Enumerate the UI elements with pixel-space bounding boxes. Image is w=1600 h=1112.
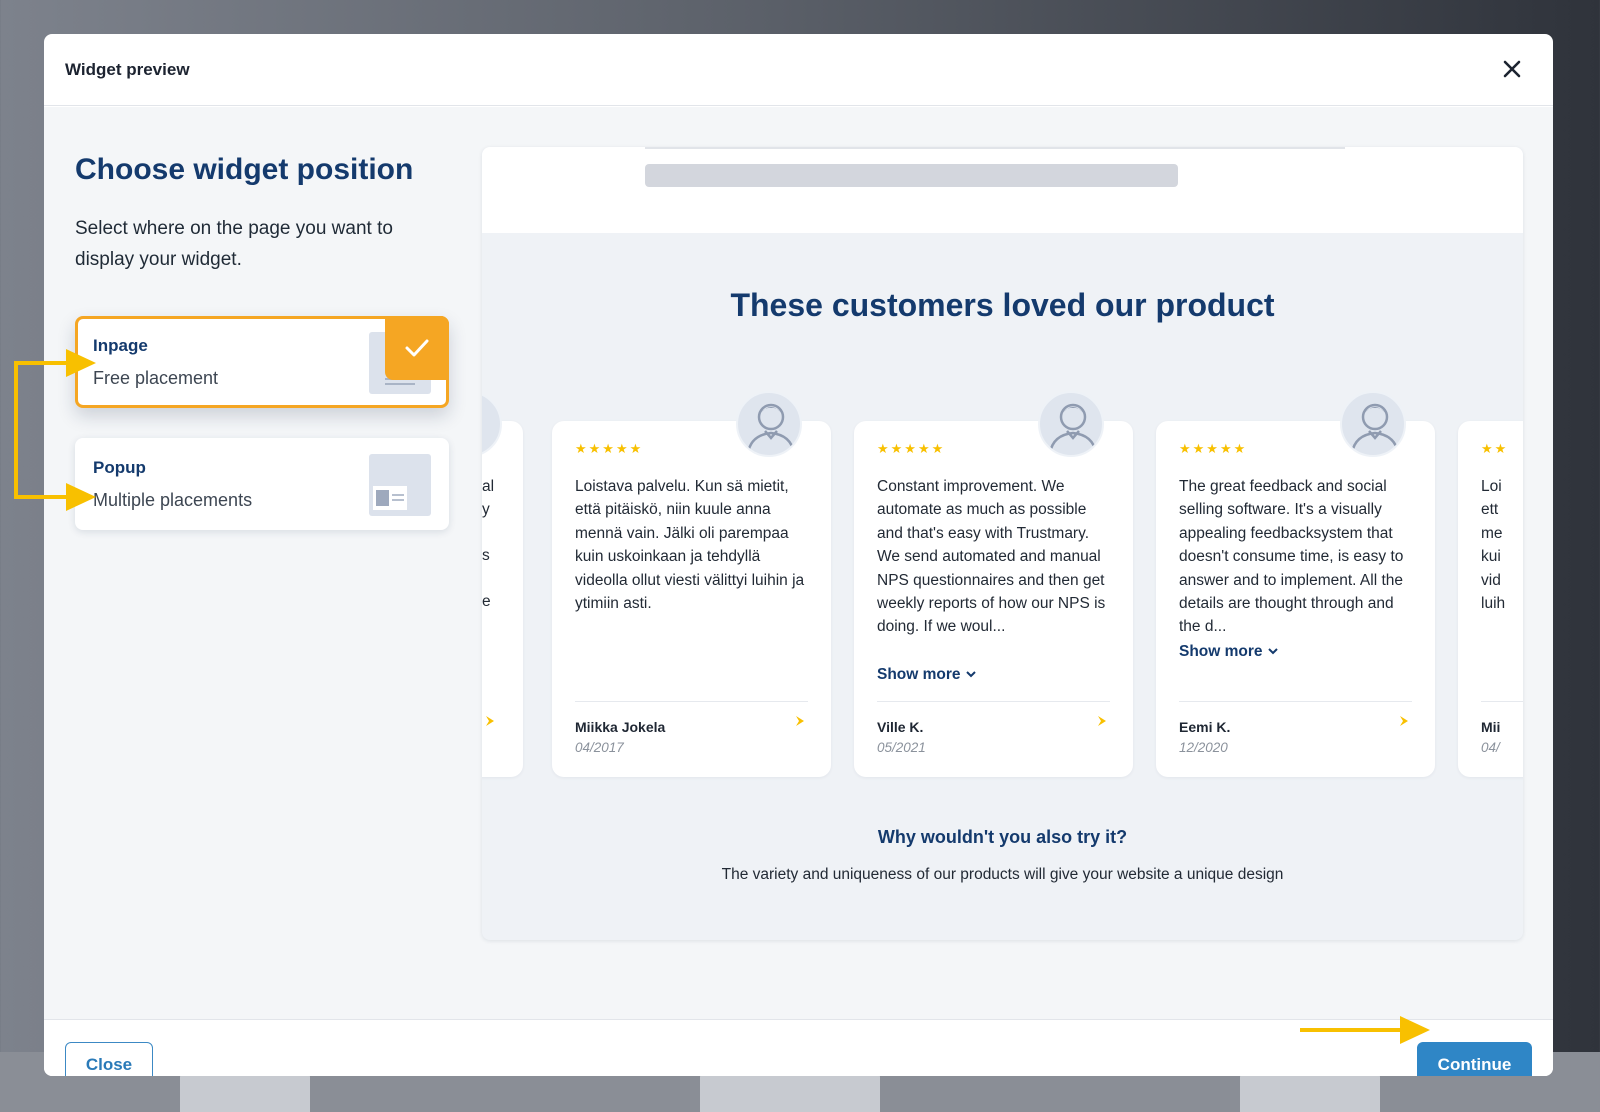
chevron-down-icon — [1268, 648, 1278, 655]
popup-thumbnail-icon — [369, 454, 431, 516]
annotation-arrow-head-icon — [1400, 1016, 1430, 1044]
close-button[interactable]: Close — [65, 1042, 153, 1076]
review-text-fragment: me — [1481, 524, 1503, 542]
panel-subtitle: Select where on the page you want to dis… — [75, 218, 393, 270]
review-card: ★★★★★ Constant improvement. We automate … — [854, 421, 1133, 777]
widget-preview-modal: Widget preview Choose widget position Se… — [44, 34, 1553, 1076]
background-thumbnail — [1240, 1075, 1380, 1112]
review-date: 04/2017 — [575, 740, 624, 755]
review-text-fragment: y — [482, 501, 490, 518]
review-text-fragment: Loi ett me kui vid luih — [1481, 475, 1523, 615]
panel-heading: Choose widget position — [75, 153, 414, 186]
show-more-link[interactable]: Show more — [877, 666, 977, 684]
modal-body: Choose widget position Select where on t… — [44, 107, 1553, 1019]
placeholder-bar — [645, 164, 1178, 187]
share-arrow-icon[interactable] — [1095, 714, 1109, 728]
background-thumbnail — [180, 1075, 310, 1112]
review-date: 04/ — [1481, 740, 1500, 755]
star-rating: ★★★★★ — [877, 441, 946, 456]
review-text-fragment: kui — [1481, 548, 1501, 566]
option-description: Free placement — [93, 368, 219, 388]
show-more-label: Show more — [877, 666, 961, 683]
annotation-arrow — [14, 361, 18, 499]
review-text: Constant improvement. We automate as muc… — [877, 478, 1106, 636]
review-text: Loistava palvelu. Kun sä mietit, että pi… — [575, 478, 805, 613]
background-thumbnail — [700, 1075, 880, 1112]
review-text: The great feedback and social selling so… — [1179, 478, 1404, 636]
chevron-down-icon — [966, 671, 976, 678]
option-title: Inpage — [93, 336, 148, 355]
avatar — [736, 391, 802, 457]
share-arrow-icon[interactable] — [483, 714, 497, 728]
avatar — [1340, 391, 1406, 457]
continue-button[interactable]: Continue — [1417, 1042, 1532, 1076]
card-divider — [575, 701, 808, 702]
option-description: Multiple placements — [93, 490, 253, 510]
review-text-fragment: luih — [1481, 595, 1506, 613]
review-text-fragment: Loi — [1481, 478, 1502, 495]
widget-preview-area: These customers loved our product al y s… — [482, 147, 1523, 940]
preview-description: The variety and uniqueness of our produc… — [721, 866, 1284, 883]
annotation-arrow-head-icon — [66, 483, 96, 511]
annotation-arrow — [1300, 1028, 1406, 1032]
review-card: ★★★★★ The great feedback and social sell… — [1156, 421, 1435, 777]
modal-header: Widget preview — [44, 34, 1553, 106]
check-icon — [385, 316, 449, 380]
annotation-arrow — [14, 361, 70, 365]
review-card-partial-left: al y s e — [482, 421, 523, 777]
review-text-fragment: vid — [1481, 571, 1501, 589]
card-divider — [1481, 701, 1523, 702]
review-author: Eemi K. — [1179, 719, 1231, 735]
option-inpage[interactable]: Inpage Free placement — [75, 316, 449, 408]
review-text-fragment: e — [482, 593, 491, 610]
share-arrow-icon[interactable] — [1397, 714, 1411, 728]
review-author: Miikka Jokela — [575, 719, 666, 735]
review-date: 05/2021 — [877, 740, 926, 755]
review-author: Mii — [1481, 719, 1501, 735]
review-card-partial-right: ★★ Loi ett me kui vid luih Mii 04/ — [1458, 421, 1523, 777]
review-text-fragment: s — [482, 547, 490, 564]
show-more-link[interactable]: Show more — [1179, 643, 1279, 661]
annotation-arrow — [14, 495, 70, 499]
avatar — [1038, 391, 1104, 457]
close-icon[interactable] — [1499, 56, 1525, 82]
modal-title: Widget preview — [65, 59, 190, 79]
star-rating: ★★★★★ — [1179, 441, 1248, 456]
review-text-fragment: al — [482, 478, 495, 495]
show-more-label: Show more — [1179, 643, 1263, 660]
star-rating: ★★ — [1481, 441, 1509, 456]
review-author: Ville K. — [877, 719, 924, 735]
option-title: Popup — [93, 458, 146, 477]
preview-title: These customers loved our product — [730, 287, 1275, 323]
preview-page-header — [482, 147, 1523, 233]
preview-question: Why wouldn't you also try it? — [877, 827, 1128, 847]
review-card: ★★★★★ Loistava palvelu. Kun sä mietit, e… — [552, 421, 831, 777]
card-divider — [1179, 701, 1412, 702]
placeholder-line — [645, 147, 1345, 149]
position-panel: Choose widget position Select where on t… — [75, 107, 455, 275]
star-rating: ★★★★★ — [575, 441, 644, 456]
share-arrow-icon[interactable] — [793, 714, 807, 728]
option-popup[interactable]: Popup Multiple placements — [75, 438, 449, 530]
review-date: 12/2020 — [1179, 740, 1228, 755]
card-divider — [877, 701, 1110, 702]
review-text-fragment: ett — [1481, 501, 1499, 519]
annotation-arrow-head-icon — [66, 349, 96, 377]
